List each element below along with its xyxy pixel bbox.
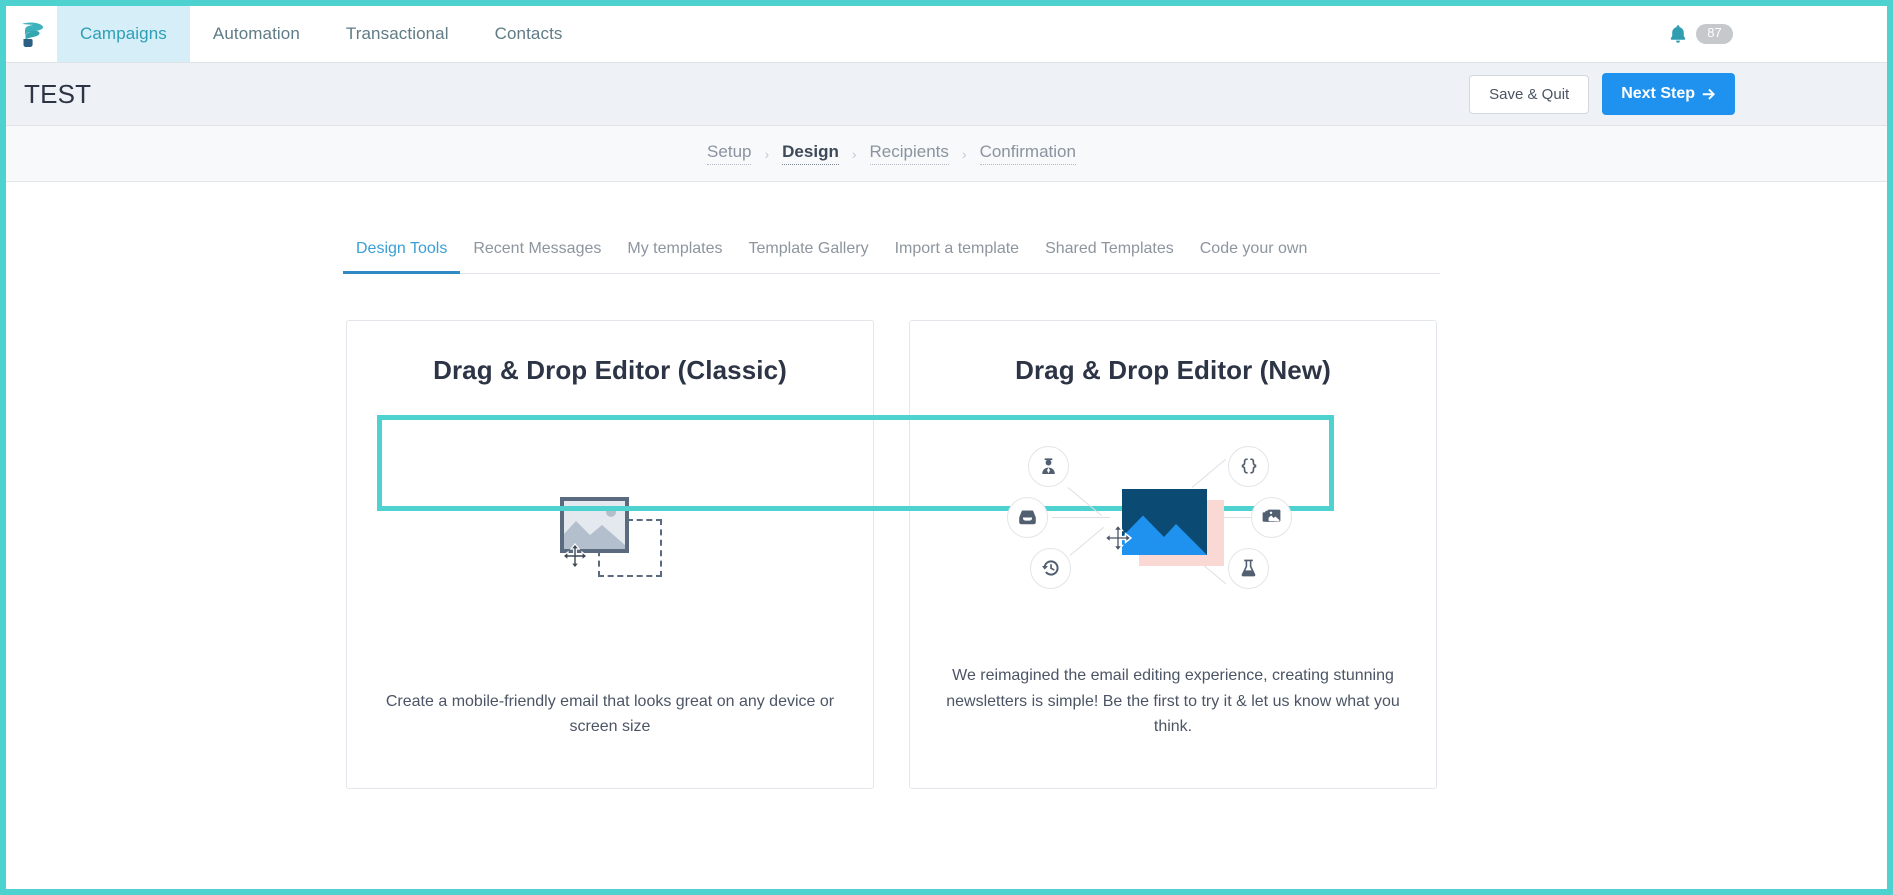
nav-item-label: Transactional: [345, 24, 449, 43]
center-image-block: [1104, 484, 1230, 581]
design-tabs-container: Design Tools Recent Messages My template…: [6, 182, 1777, 274]
nav-item-list: Campaigns Automation Transactional Conta…: [57, 6, 586, 62]
sendinblue-bird-logo-icon: [22, 22, 44, 47]
tab-design-tools[interactable]: Design Tools: [343, 234, 461, 274]
history-clock-icon: [1041, 560, 1059, 576]
node-images[interactable]: [1251, 496, 1292, 538]
tab-code-your-own[interactable]: Code your own: [1187, 234, 1321, 274]
save-and-quit-button[interactable]: Save & Quit: [1469, 74, 1590, 114]
card-title: Drag & Drop Editor (New): [1015, 355, 1331, 385]
step-separator-icon: ›: [851, 145, 857, 162]
card-drag-drop-editor-new[interactable]: Drag & Drop Editor (New) We reimagined t…: [909, 320, 1437, 789]
card-illustration: [377, 386, 843, 689]
nav-item-campaigns[interactable]: Campaigns: [57, 6, 190, 62]
nav-item-label: Contacts: [494, 24, 563, 43]
next-step-label: Next Step: [1621, 85, 1695, 102]
editor-choice-cards: Drag & Drop Editor (Classic) Create a mo…: [6, 320, 1777, 789]
tab-import-a-template[interactable]: Import a template: [882, 234, 1033, 274]
card-title: Drag & Drop Editor (Classic): [433, 355, 787, 385]
nav-item-contacts[interactable]: Contacts: [472, 6, 586, 62]
next-step-button[interactable]: Next Step: [1602, 73, 1735, 115]
tab-recent-messages[interactable]: Recent Messages: [460, 234, 614, 274]
nav-item-automation[interactable]: Automation: [190, 6, 323, 62]
card-illustration: [940, 386, 1406, 663]
nav-item-transactional[interactable]: Transactional: [323, 6, 472, 62]
app-window: Campaigns Automation Transactional Conta…: [0, 0, 1893, 895]
node-user-tie[interactable]: [1028, 445, 1069, 487]
move-cursor-icon: [562, 543, 588, 570]
page-title: TEST: [24, 78, 92, 109]
connector-line: [1052, 516, 1110, 518]
card-description: We reimagined the email editing experien…: [946, 667, 1400, 736]
code-braces-icon: [1241, 458, 1256, 474]
node-ab-test[interactable]: [1228, 547, 1269, 589]
node-code[interactable]: [1228, 445, 1269, 487]
top-navigation-bar: Campaigns Automation Transactional Conta…: [6, 6, 1887, 63]
card-drag-drop-editor-classic[interactable]: Drag & Drop Editor (Classic) Create a mo…: [346, 320, 874, 789]
app-logo[interactable]: [6, 6, 57, 62]
arrow-right-icon: [1702, 88, 1715, 100]
step-design[interactable]: Design: [782, 142, 839, 165]
step-recipients[interactable]: Recipients: [869, 142, 949, 165]
tab-template-gallery[interactable]: Template Gallery: [736, 234, 882, 274]
step-separator-icon: ›: [961, 145, 967, 162]
user-tie-icon: [1042, 458, 1055, 474]
main-content-area: Design Tools Recent Messages My template…: [6, 182, 1887, 887]
new-editor-node-network-illustration: [1007, 440, 1318, 610]
design-tabs: Design Tools Recent Messages My template…: [343, 234, 1440, 274]
node-inbox[interactable]: [1007, 496, 1048, 538]
flask-ab-test-icon: [1241, 559, 1256, 577]
nav-item-label: Automation: [212, 24, 300, 43]
nav-right-actions: 87: [1669, 6, 1887, 62]
connector-line: [1067, 486, 1103, 516]
inbox-icon: [1019, 510, 1036, 524]
step-confirmation[interactable]: Confirmation: [979, 142, 1076, 165]
image-placeholder-drag-drop-illustration: [560, 497, 662, 578]
images-gallery-icon: [1262, 509, 1281, 522]
step-separator-icon: ›: [764, 145, 770, 162]
move-cursor-icon: [1104, 523, 1132, 552]
page-header-bar: TEST Save & Quit Next Step: [6, 63, 1887, 126]
tab-my-templates[interactable]: My templates: [614, 234, 735, 274]
notification-bell-icon[interactable]: [1669, 24, 1687, 44]
nav-item-label: Campaigns: [80, 24, 167, 43]
step-setup[interactable]: Setup: [707, 142, 752, 165]
mountain-shape-icon: [564, 521, 625, 550]
card-description: Create a mobile-friendly email that look…: [385, 692, 835, 736]
notification-count-badge[interactable]: 87: [1696, 24, 1733, 44]
header-action-buttons: Save & Quit Next Step: [1469, 73, 1845, 115]
tab-shared-templates[interactable]: Shared Templates: [1032, 234, 1187, 274]
campaign-steps-breadcrumb: Setup › Design › Recipients › Confirmati…: [6, 126, 1887, 182]
connector-line: [1069, 526, 1105, 556]
node-history[interactable]: [1030, 547, 1071, 589]
